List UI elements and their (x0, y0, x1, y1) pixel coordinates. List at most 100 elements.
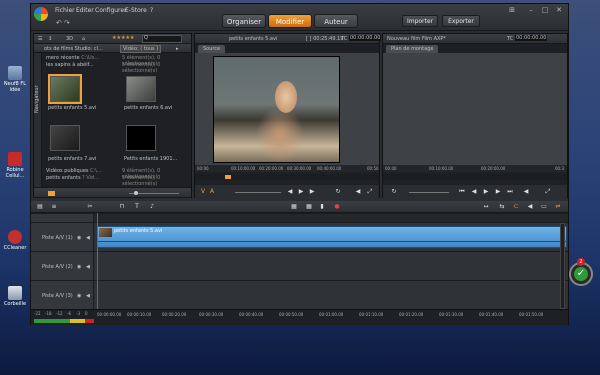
close-icon[interactable]: ✕ (555, 6, 563, 14)
marker-icon[interactable]: ▮ (319, 204, 325, 210)
zoom-icon[interactable]: ▭ (541, 204, 547, 210)
tree-item-sapins[interactable]: les sapins à abéif... (46, 62, 94, 68)
volume-icon[interactable]: ◀ (527, 204, 533, 210)
prev-frame-icon[interactable]: ◀ (287, 189, 293, 195)
thumbnail-2[interactable] (126, 76, 156, 102)
menu-file[interactable]: Fichier (55, 7, 75, 14)
zoom-fit-icon[interactable]: ⇌ (555, 204, 561, 210)
minimize-icon[interactable]: – (527, 6, 535, 14)
tree-item-recent[interactable]: mero récente C:\Us... (46, 55, 99, 61)
next-frame-icon[interactable]: ▶ (309, 189, 315, 195)
record-icon[interactable]: ● (334, 204, 340, 210)
navigator-sidebar[interactable]: Navigateur (34, 53, 42, 188)
ruler-tick: 00:00:10.00 (127, 312, 152, 317)
volume-icon[interactable]: ◀ (523, 189, 529, 195)
split-icon[interactable]: ✂ (87, 204, 93, 210)
menu-help[interactable]: ? (150, 7, 153, 14)
track-av-2[interactable]: Piste A/V (2) ◉ ◀ (31, 251, 568, 280)
title-icon[interactable]: T (134, 204, 140, 210)
playhead[interactable] (225, 175, 231, 179)
search-input[interactable] (142, 35, 182, 43)
prev-frame-icon[interactable]: ◀ (471, 189, 477, 195)
breadcrumb-path[interactable]: ots de films Studio: cl... (44, 46, 103, 52)
undo-icon[interactable]: ↶ (56, 19, 62, 27)
source-scrubber[interactable] (195, 174, 379, 180)
vertical-scrollbar[interactable] (560, 223, 565, 309)
source-timecode[interactable]: 00:00:00.00 (349, 35, 382, 41)
desktop-icon-neuf[interactable]: Neuf8 FL ldée (2, 66, 28, 93)
go-start-icon[interactable]: ⏮ (459, 189, 465, 195)
source-player: petits enfants 5.avi [ ] 00:25:49.19 TC … (194, 33, 382, 199)
storyboard-icon[interactable]: ≡ (51, 204, 57, 210)
speaker-icon[interactable]: ◀ (86, 235, 90, 241)
view-3d-button[interactable]: 3D (66, 36, 73, 42)
fullscreen-icon[interactable]: ⤢ (367, 189, 373, 195)
import-button[interactable]: Importer (402, 15, 438, 27)
fullscreen-icon[interactable]: ⤢ (545, 189, 551, 195)
tag-icon[interactable]: ⌂ (82, 36, 85, 42)
tree-item-public-videos[interactable]: Vidéos publiques C:\... (46, 168, 102, 174)
menu-configure[interactable]: Configurer (95, 7, 127, 14)
tray-gadget[interactable]: ✓ 2 (569, 258, 593, 286)
tab-organiser[interactable]: Organiser (222, 14, 266, 28)
rating-filter[interactable]: ★★★★★ (112, 35, 134, 41)
desktop-icon-ccleaner[interactable]: CCleaner (2, 230, 28, 251)
thumbnail-4[interactable] (126, 125, 156, 151)
trash-icon[interactable]: ▤ (37, 204, 43, 210)
tab-source[interactable]: Source (198, 45, 226, 53)
timeline-ruler[interactable]: 00:00:00.00 00:00:10.00 00:00:20.00 00:0… (31, 309, 568, 325)
desktop-icon-recycle-bin[interactable]: Corbeille (2, 286, 28, 307)
play-icon[interactable]: ▶ (298, 189, 304, 195)
tree-item-petits-enfants[interactable]: petits enfants ? Vid... (46, 175, 99, 181)
film-icon[interactable]: ▦ (291, 204, 297, 210)
mark-out-icon[interactable]: A (209, 189, 215, 195)
program-scrubber[interactable] (383, 174, 567, 180)
eye-icon[interactable]: ◉ (77, 235, 81, 241)
sort-icon[interactable]: ↕ (48, 36, 52, 42)
eye-icon[interactable]: ◉ (77, 293, 81, 299)
tab-modifier[interactable]: Modifier (268, 14, 312, 28)
app-window: Fichier Editer Configurer E-Store ? ↶ ↷ … (30, 3, 569, 325)
ruler-tick: 00:50 (367, 166, 379, 171)
tab-auteur[interactable]: Auteur (314, 14, 358, 28)
export-button[interactable]: Exporter (442, 15, 480, 27)
speaker-icon[interactable]: ◀ (86, 264, 90, 270)
thumbnail-3[interactable] (50, 125, 80, 151)
cart-icon[interactable]: ⊞ (508, 6, 516, 14)
volume-icon[interactable]: ◀ (355, 189, 361, 195)
play-icon[interactable]: ▶ (483, 189, 489, 195)
zoom-slider-handle[interactable] (134, 191, 138, 195)
list-view-icon[interactable]: ☰ (38, 36, 42, 42)
timeline-playhead[interactable] (97, 213, 98, 312)
mode-icon[interactable]: ⊂ (513, 204, 519, 210)
magnet-icon[interactable]: ⊓ (119, 204, 125, 210)
tab-timeline[interactable]: Plan de montage (386, 45, 439, 53)
loop-icon[interactable]: ↻ (335, 189, 341, 195)
ruler-tick: 00:00:30.00 (199, 312, 224, 317)
grid-view-icon[interactable] (48, 191, 55, 196)
maximize-icon[interactable]: □ (541, 6, 549, 14)
video-clip[interactable]: petits enfants 5.avi (97, 226, 567, 248)
video-filter-select[interactable]: Vidéo: ( tous ) (120, 45, 162, 53)
desktop-icon-robine[interactable]: Robine Cellul... (2, 152, 28, 179)
eye-icon[interactable]: ◉ (77, 264, 81, 270)
loop-icon[interactable]: ↻ (391, 189, 397, 195)
track-av-1[interactable]: Piste A/V (1) ◉ ◀ petits enfants 5.avi (31, 222, 568, 251)
track-av-3[interactable]: Piste A/V (3) ◉ ◀ (31, 280, 568, 309)
program-timecode[interactable]: 00:00:00.00 (515, 35, 548, 41)
grid-icon[interactable]: ▦ (306, 204, 312, 210)
audio-icon[interactable]: ♪ (149, 204, 155, 210)
jog-slider[interactable] (235, 192, 281, 193)
ripple-icon[interactable]: ↔ (483, 204, 489, 210)
chevron-right-icon[interactable]: ▸ (176, 46, 179, 52)
go-end-icon[interactable]: ⏭ (507, 189, 513, 195)
thumbnail-1[interactable] (48, 74, 82, 104)
speaker-icon[interactable]: ◀ (86, 293, 90, 299)
link-icon[interactable]: ⇆ (499, 204, 505, 210)
menu-edit[interactable]: Editer (76, 7, 94, 14)
mark-in-icon[interactable]: V (200, 189, 206, 195)
jog-slider[interactable] (409, 192, 449, 193)
next-frame-icon[interactable]: ▶ (495, 189, 501, 195)
redo-icon[interactable]: ↷ (64, 19, 70, 27)
menu-estore[interactable]: E-Store (125, 7, 147, 14)
